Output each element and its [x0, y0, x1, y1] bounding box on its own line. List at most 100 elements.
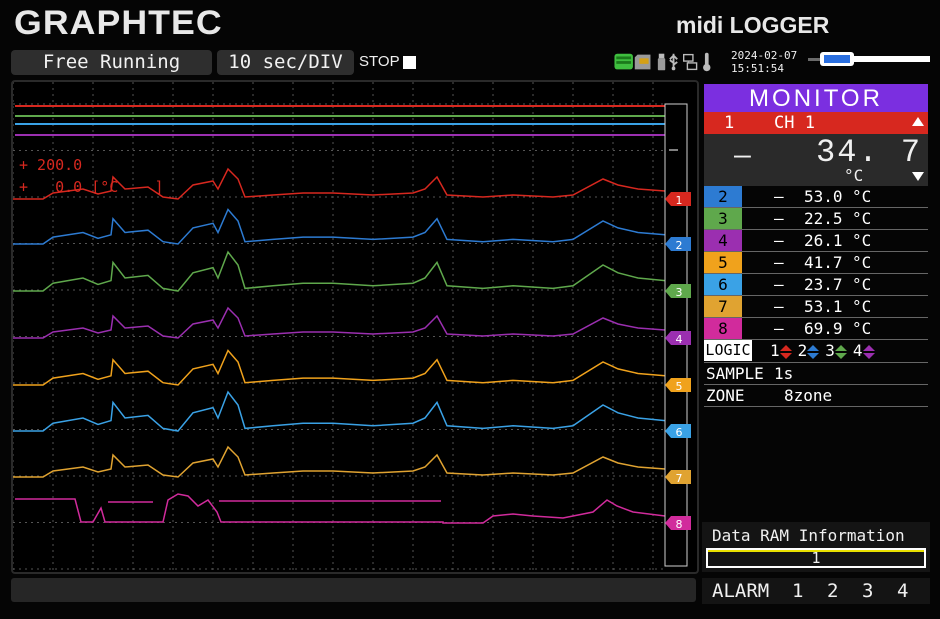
triangle-up-icon[interactable] — [912, 117, 924, 127]
channel-sign: — — [774, 297, 784, 316]
channel-number: 3 — [704, 208, 742, 229]
channel-value: 26.1 — [804, 231, 843, 250]
channel-sign: — — [774, 231, 784, 250]
status-icons — [614, 52, 711, 72]
datetime: 2024-02-07 15:51:54 — [731, 49, 797, 75]
channel-marker-label: 1 — [676, 194, 683, 207]
channel-unit: °C — [852, 319, 872, 338]
timebase-button[interactable]: 10 sec/DIV — [217, 50, 354, 75]
waveform-graph[interactable]: 1 2 3 4 5 6 7 8 + 200.0 + 0.0 [°C ] — [11, 80, 699, 574]
sample-label: SAMPLE — [706, 364, 764, 383]
alarm-label: ALARM — [712, 580, 770, 602]
trace-ch6 — [13, 390, 666, 432]
channel-unit: °C — [852, 297, 872, 316]
scale-upper: + 200.0 — [19, 156, 82, 174]
alarm-item-3: 3 — [862, 580, 874, 602]
data-ram-title: Data RAM Information — [712, 526, 905, 545]
logic-item-4: 4 — [853, 341, 875, 360]
channel-number: 5 — [704, 252, 742, 273]
alarm-item-1: 1 — [792, 580, 804, 602]
usb-memory-icon — [657, 53, 666, 71]
graph-canvas[interactable]: 1 2 3 4 5 6 7 8 + 200.0 + 0.0 [°C ] — [12, 82, 697, 572]
alarm-item-2: 2 — [827, 580, 839, 602]
channel-row-7[interactable]: 7 — 53.1 °C — [704, 296, 928, 317]
memory-usage-indicator — [808, 52, 930, 66]
alarm-panel: ALARM 1 2 3 4 — [702, 578, 930, 604]
channel-row-5[interactable]: 5 — 41.7 °C — [704, 252, 928, 273]
channel-value: 53.0 — [804, 187, 843, 206]
logic-updown-icon — [779, 344, 792, 359]
channel-marker-label: 2 — [676, 239, 683, 252]
model-name: midi LOGGER — [676, 12, 830, 38]
channel-value: 53.1 — [804, 297, 843, 316]
status-label: STOP — [359, 53, 400, 70]
channel-marker-label: 6 — [676, 426, 683, 439]
channel-marker-label: 3 — [676, 286, 683, 299]
trace-ch2 — [13, 208, 666, 245]
logic-item-3: 3 — [825, 341, 847, 360]
selected-channel-bar[interactable]: 1 CH 1 — [704, 112, 928, 134]
stop-icon — [403, 56, 416, 69]
zone-row: ZONE 8zone — [704, 385, 928, 406]
selected-channel-number: 1 — [724, 113, 735, 133]
channel-sign: — — [774, 187, 784, 206]
channel-marker-label: 4 — [676, 333, 683, 346]
channel-row-3[interactable]: 3 — 22.5 °C — [704, 208, 928, 229]
scale-lower: + 0.0 [°C ] — [19, 178, 164, 196]
data-ram-value: 1 — [811, 549, 821, 567]
trace-ch3 — [13, 250, 666, 292]
sd-card-icon — [634, 54, 651, 70]
channel-sign: — — [774, 319, 784, 338]
logic-row: LOGIC 1234 — [704, 340, 928, 361]
channel-row-2[interactable]: 2 — 53.0 °C — [704, 186, 928, 207]
trace-ch4 — [13, 306, 666, 339]
alarm-item-4: 4 — [897, 580, 909, 602]
trace-ch7 — [13, 445, 666, 478]
channel-sign: — — [774, 209, 784, 228]
logic-item-1: 1 — [770, 341, 792, 360]
channel-unit: °C — [852, 275, 872, 294]
channel-number: 8 — [704, 318, 742, 339]
channel-number: 4 — [704, 230, 742, 251]
channel-unit: °C — [852, 253, 872, 272]
channel-value: 41.7 — [804, 253, 843, 272]
logic-label: LOGIC — [704, 340, 752, 361]
selected-channel-value-box: — 34. 7 °C — [704, 134, 928, 186]
trace-ch8 — [15, 493, 666, 524]
data-ram-panel: Data RAM Information 1 — [702, 522, 930, 572]
channel-row-8[interactable]: 8 — 69.9 °C — [704, 318, 928, 339]
mode-button[interactable]: Free Running — [11, 50, 212, 75]
selected-channel-value: 34. 7 — [816, 134, 923, 171]
channel-number: 7 — [704, 296, 742, 317]
selected-channel-label: CH 1 — [774, 113, 815, 133]
channel-unit: °C — [852, 209, 872, 228]
logic-items: 1234 — [770, 340, 881, 361]
channel-value: 23.7 — [804, 275, 843, 294]
channel-value: 22.5 — [804, 209, 843, 228]
channel-number: 2 — [704, 186, 742, 207]
zone-label: ZONE — [706, 386, 745, 405]
channel-row-4[interactable]: 4 — 26.1 °C — [704, 230, 928, 251]
channel-value: 69.9 — [804, 319, 843, 338]
battery-icon — [614, 53, 633, 70]
selected-channel-sign: — — [734, 138, 751, 171]
trace-ch5 — [13, 349, 666, 386]
logic-updown-icon — [834, 344, 847, 359]
channel-unit: °C — [852, 231, 872, 250]
logic-updown-icon — [862, 344, 875, 359]
channel-marker-label: 8 — [676, 518, 683, 531]
channel-row-6[interactable]: 6 — 23.7 °C — [704, 274, 928, 295]
usb-icon — [669, 53, 678, 71]
monitor-title: MONITOR — [704, 84, 928, 112]
time-text: 15:51:54 — [731, 62, 784, 75]
bottom-status-bar — [11, 578, 696, 602]
sample-value: 1s — [774, 364, 794, 383]
channel-sign: — — [774, 275, 784, 294]
brand-logo: GRAPHTEC — [14, 4, 223, 42]
channel-marker-label: 7 — [676, 472, 683, 485]
triangle-down-icon[interactable] — [912, 172, 924, 182]
channel-marker-label: 5 — [676, 380, 683, 393]
channel-number: 6 — [704, 274, 742, 295]
sample-row: SAMPLE 1s — [704, 363, 928, 384]
channel-sign: — — [774, 253, 784, 272]
